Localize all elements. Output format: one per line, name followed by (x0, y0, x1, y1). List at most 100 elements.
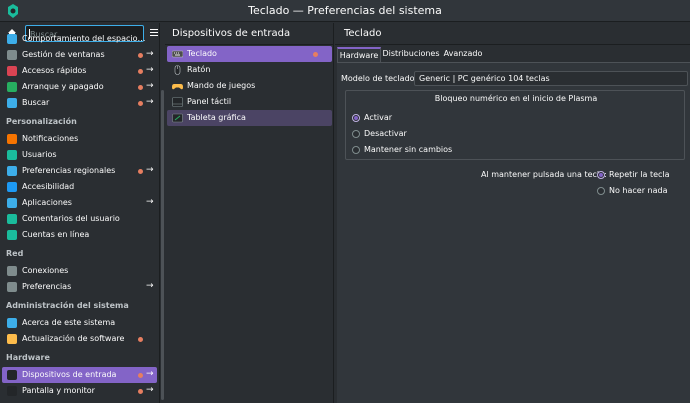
mid-item-mouse[interactable]: Ratón (167, 62, 332, 78)
sidebar-item-label: Preferencias (22, 282, 72, 291)
hardware-tab-body: Modelo de teclado: Generic | PC genérico… (337, 62, 690, 403)
radio-label[interactable]: Activar (364, 113, 392, 122)
mid-item-gamepad[interactable]: Mando de juegos (167, 78, 332, 94)
mid-item-keyboard[interactable]: Teclado (167, 46, 332, 62)
bell-icon (7, 134, 17, 144)
mid-item-tablet[interactable]: Tableta gráfica (167, 110, 332, 126)
sidebar-item[interactable]: Comportamiento del espacio… (2, 31, 157, 47)
sidebar-item[interactable]: Comentarios del usuario (2, 211, 157, 227)
numlock-on-radio[interactable] (352, 114, 360, 122)
sidebar-item-label: Preferencias regionales (22, 166, 116, 175)
network-settings-icon (7, 282, 17, 292)
sidebar-item-label: Aplicaciones (22, 198, 72, 207)
sidebar-item[interactable]: Dispositivos de entrada → (2, 367, 157, 383)
attention-dot (138, 373, 143, 378)
sidebar-item-label: Pantalla y monitor (22, 386, 95, 395)
sidebar: Comportamiento del espacio… Gestión de ve… (0, 23, 160, 403)
sidebar-item[interactable]: Accesibilidad (2, 179, 157, 195)
numlock-unchanged-radio[interactable] (352, 146, 360, 154)
radio-label[interactable]: Desactivar (364, 129, 407, 138)
sidebar-category: Red (6, 249, 24, 258)
mouse-icon (174, 65, 181, 75)
sidebar-item-label: Cuentas en línea (22, 230, 90, 239)
attention-dot (138, 53, 143, 58)
sidebar-item-label: Comportamiento del espacio… (22, 34, 146, 43)
do-nothing-radio[interactable] (597, 187, 605, 195)
touchpad-icon (172, 97, 183, 107)
region-icon (7, 166, 17, 176)
sidebar-item[interactable]: Pantalla y monitor → (2, 383, 157, 399)
radio-label[interactable]: No hacer nada (609, 186, 668, 195)
sidebar-item-label: Usuarios (22, 150, 57, 159)
tab-hardware[interactable]: Hardware (337, 47, 381, 62)
mid-item-label: Panel táctil (187, 97, 232, 106)
arrow-right-icon: → (146, 97, 154, 107)
sidebar-category: Administración del sistema (6, 301, 129, 310)
shortcuts-icon (7, 66, 17, 76)
sidebar-item-label: Buscar (22, 98, 50, 107)
sidebar-item[interactable]: Notificaciones (2, 131, 157, 147)
panel-title: Dispositivos de entrada (172, 28, 291, 39)
gamepad-icon (172, 84, 183, 90)
mid-item-touchpad[interactable]: Panel táctil (167, 94, 332, 110)
sidebar-item[interactable]: Actualización de software (2, 331, 157, 347)
sidebar-item[interactable]: Acerca de este sistema (2, 315, 157, 331)
sidebar-item[interactable]: Aplicaciones → (2, 195, 157, 211)
mid-item-label: Tableta gráfica (187, 113, 246, 122)
sidebar-item-label: Accesibilidad (22, 182, 75, 191)
sidebar-item[interactable]: Conexiones (2, 263, 157, 279)
sidebar-item[interactable]: Preferencias → (2, 279, 157, 295)
attention-dot (138, 337, 143, 342)
sidebar-item[interactable]: Usuarios (2, 147, 157, 163)
title-bar: Teclado — Preferencias del sistema (0, 0, 690, 22)
mid-item-label: Mando de juegos (187, 81, 256, 90)
accessibility-icon (7, 182, 17, 192)
sidebar-item[interactable]: Cuentas en línea (2, 227, 157, 243)
sidebar-item[interactable]: Gestión de ventanas → (2, 47, 157, 63)
sidebar-item-label: Arranque y apagado (22, 82, 104, 91)
sidebar-item[interactable]: Buscar → (2, 95, 157, 111)
sidebar-item[interactable]: Accesos rápidos → (2, 63, 157, 79)
attention-dot (138, 85, 143, 90)
sidebar-item-label: Accesos rápidos (22, 66, 87, 75)
online-accounts-icon (7, 230, 17, 240)
arrow-right-icon: → (146, 81, 154, 91)
keyboard-model-label: Modelo de teclado: (341, 74, 418, 83)
feedback-icon (7, 214, 17, 224)
arrow-right-icon: → (146, 197, 154, 207)
display-icon (7, 386, 17, 396)
divider (165, 44, 334, 45)
arrow-right-icon: → (146, 385, 154, 395)
sidebar-item[interactable]: Arranque y apagado → (2, 79, 157, 95)
radio-label[interactable]: Mantener sin cambios (364, 145, 452, 154)
attention-dot (138, 69, 143, 74)
numlock-group: Bloqueo numérico en el inicio de Plasma … (345, 90, 685, 160)
group-title: Bloqueo numérico en el inicio de Plasma (434, 94, 598, 103)
keyboard-icon (172, 50, 183, 58)
radio-label[interactable]: Repetir la tecla (609, 170, 670, 179)
sidebar-scrollbar[interactable] (161, 90, 164, 400)
arrow-right-icon: → (146, 165, 154, 175)
tab-layouts[interactable]: Distribuciones (381, 47, 441, 62)
keyboard-model-combo[interactable]: Generic | PC genérico 104 teclas (414, 71, 688, 86)
mouse-icon (7, 370, 17, 380)
power-icon (7, 82, 17, 92)
arrow-right-icon: → (146, 281, 154, 291)
divider (335, 44, 690, 45)
sidebar-item[interactable]: Preferencias regionales → (2, 163, 157, 179)
sidebar-item-label: Dispositivos de entrada (22, 370, 117, 379)
numlock-off-radio[interactable] (352, 130, 360, 138)
mid-item-label: Ratón (187, 65, 211, 74)
sidebar-item-label: Acerca de este sistema (22, 318, 116, 327)
page-title: Teclado (344, 28, 382, 39)
sidebar-item-label: Comentarios del usuario (22, 214, 120, 223)
workspace-icon (7, 34, 17, 44)
tab-advanced[interactable]: Avanzado (441, 47, 485, 62)
repeat-key-radio[interactable] (597, 171, 605, 179)
sidebar-category: Hardware (6, 353, 50, 362)
arrow-right-icon: → (146, 49, 154, 59)
applications-icon (7, 198, 17, 208)
sidebar-item-label: Gestión de ventanas (22, 50, 105, 59)
search-icon (7, 98, 17, 108)
info-icon (7, 318, 17, 328)
